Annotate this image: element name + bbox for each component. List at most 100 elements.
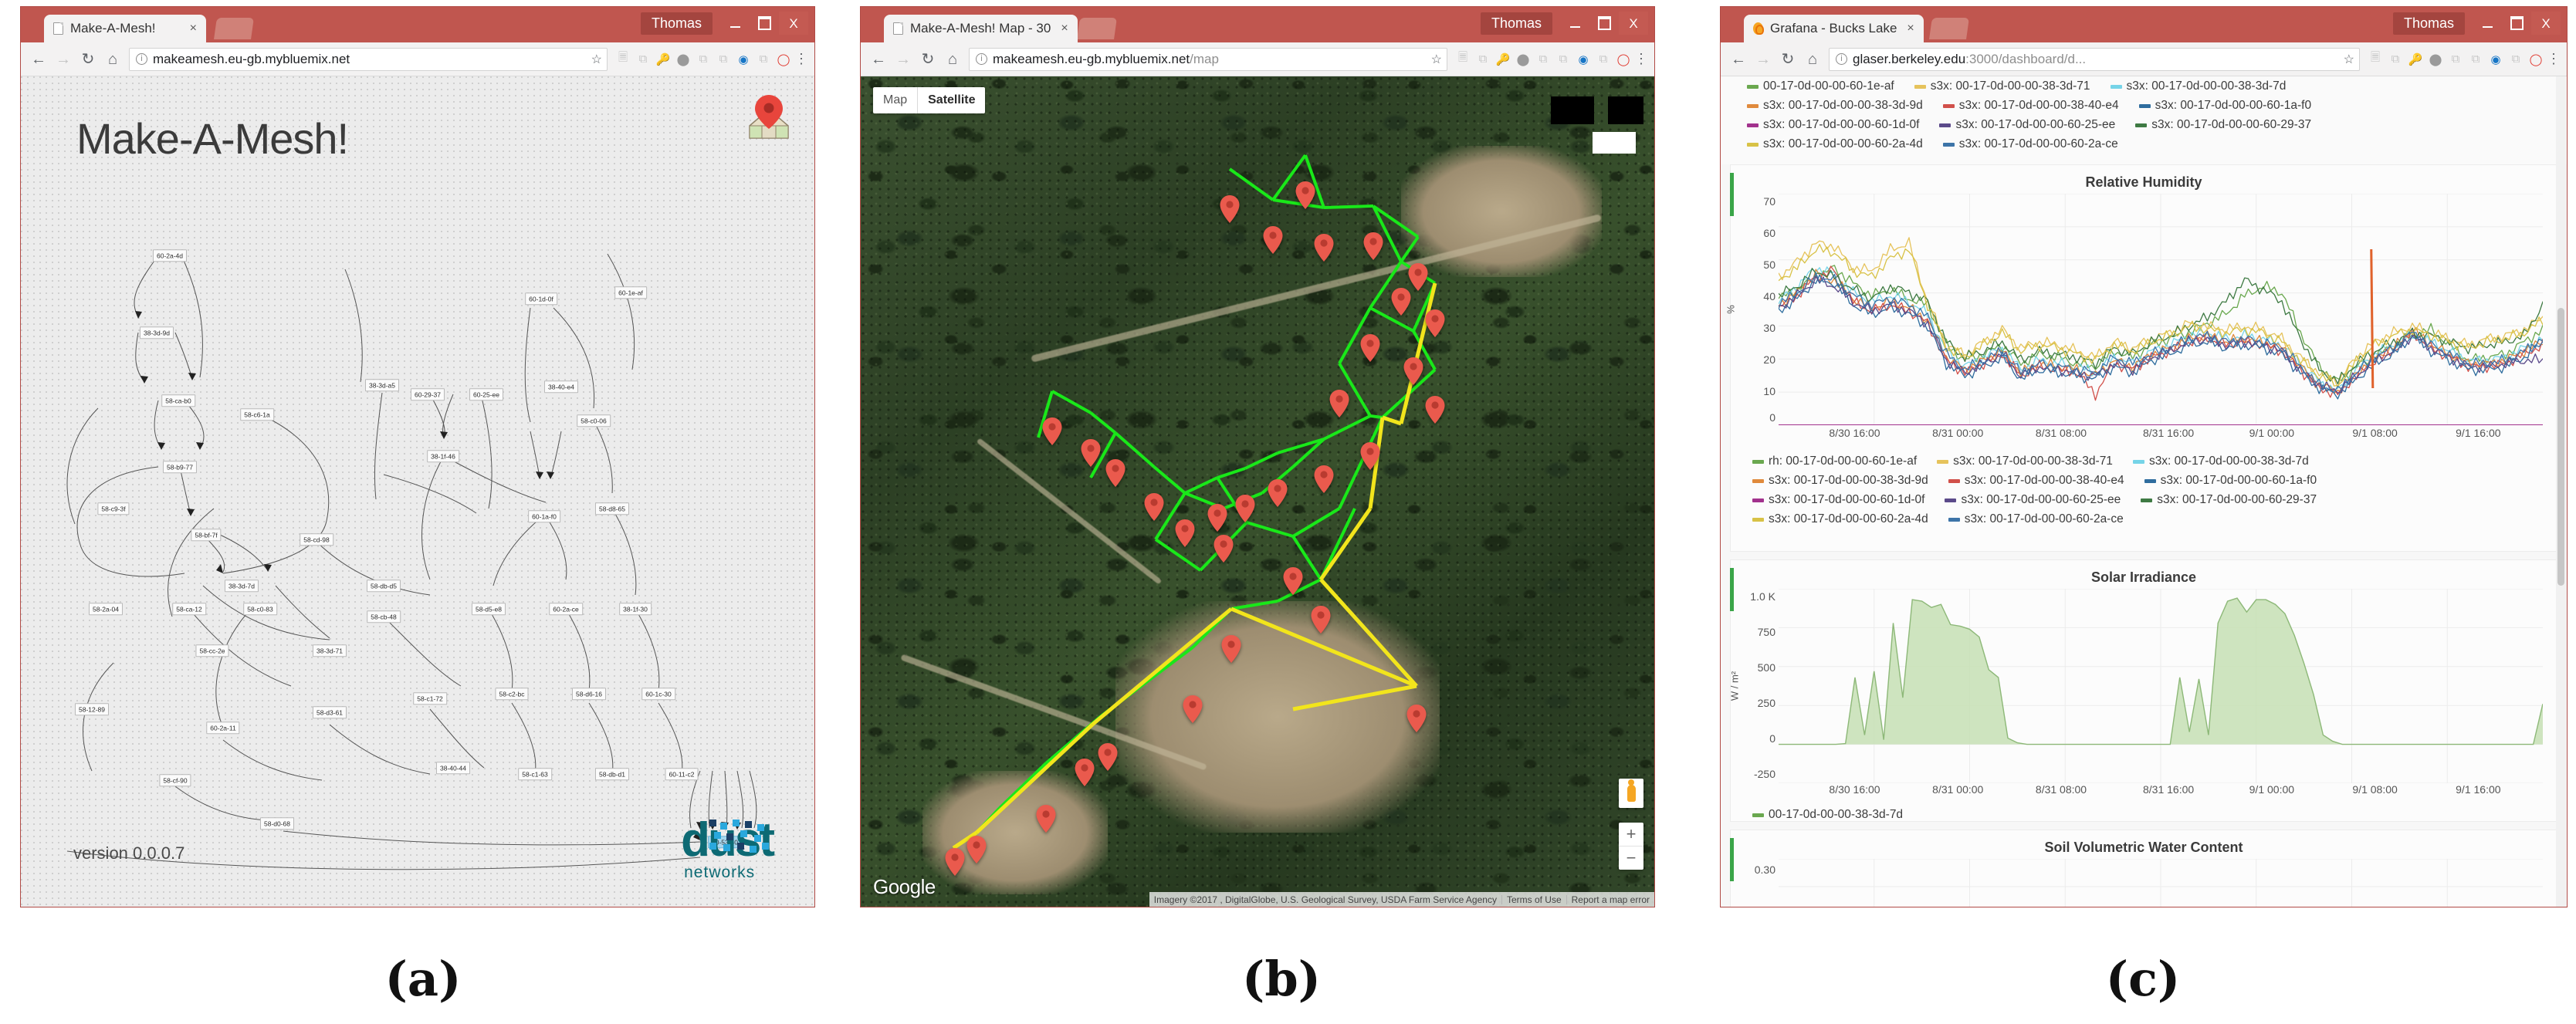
map-marker[interactable] (1360, 334, 1380, 362)
opera-ring-extension-icon[interactable]: ◉ (2486, 50, 2505, 69)
map-marker[interactable] (1175, 519, 1195, 547)
feather2-extension-icon[interactable]: ⧉ (1554, 50, 1572, 69)
map-marker[interactable] (1425, 396, 1445, 424)
map-marker[interactable] (1214, 535, 1234, 563)
tab-make-a-mesh-map[interactable]: Make-A-Mesh! Map - 30 × (884, 15, 1078, 42)
mesh-node[interactable]: 58-c1-63 (518, 768, 552, 780)
soil-water-plot[interactable]: 0.30 0.00 (1731, 859, 2557, 907)
legend-item[interactable]: s3x: 00-17-0d-00-00-60-2a-4d (1747, 137, 1923, 151)
feather2-extension-icon[interactable]: ⧉ (2466, 50, 2485, 69)
tab-close-icon[interactable]: × (187, 22, 200, 35)
mesh-node[interactable]: 38-1f-30 (619, 603, 652, 615)
map-marker[interactable] (1283, 567, 1303, 595)
mesh-node[interactable]: 60-11-c2 (665, 768, 699, 780)
legend-item[interactable]: s3x: 00-17-0d-00-00-60-1a-f0 (2144, 474, 2317, 488)
opera-extension-icon[interactable]: ◯ (1614, 50, 1633, 69)
forward-icon[interactable]: → (1752, 48, 1775, 71)
tab-close-icon[interactable]: × (1058, 22, 1071, 35)
mesh-node[interactable]: 58-12-89 (74, 703, 110, 715)
map-marker[interactable] (1406, 705, 1427, 732)
legend-item[interactable]: s3x: 00-17-0d-00-00-38-40-e4 (1942, 99, 2119, 113)
mesh-node[interactable]: 58-b9-77 (162, 461, 198, 473)
mesh-node[interactable]: 58-cb-48 (367, 610, 401, 623)
map-marker[interactable] (1036, 805, 1056, 833)
map-marker[interactable] (1075, 759, 1095, 786)
legend-item[interactable]: s3x: 00-17-0d-00-00-60-1a-f0 (2138, 99, 2311, 113)
legend-item[interactable]: s3x: 00-17-0d-00-00-38-40-e4 (1948, 474, 2124, 488)
back-icon[interactable]: ← (1727, 48, 1750, 71)
drop-extension-icon[interactable]: ⧉ (1534, 50, 1552, 69)
feather3-extension-icon[interactable]: ⧉ (754, 50, 773, 69)
address-bar[interactable]: i makeamesh.eu-gb.mybluemix.net ☆ (129, 47, 608, 71)
pdf-extension-icon[interactable]: 🗏 (1454, 50, 1472, 69)
feather3-extension-icon[interactable]: ⧉ (1594, 50, 1613, 69)
reload-icon[interactable]: ↻ (1776, 48, 1799, 71)
tab-grafana[interactable]: Grafana - Bucks Lake × (1744, 15, 1924, 42)
address-bar[interactable]: i makeamesh.eu-gb.mybluemix.net/map ☆ (969, 47, 1447, 71)
terms-of-use-link[interactable]: Terms of Use (1502, 894, 1566, 905)
scrollbar-thumb[interactable] (2557, 308, 2564, 586)
mesh-node[interactable]: 58-cf-90 (159, 774, 191, 786)
feather3-extension-icon[interactable]: ⧉ (2507, 50, 2525, 69)
mesh-node[interactable]: 60-1e-af (614, 286, 647, 299)
page-scrollbar[interactable] (2556, 76, 2566, 907)
new-tab-ghost[interactable] (1077, 18, 1117, 39)
map-marker[interactable] (1220, 195, 1240, 223)
legend-item[interactable]: s3x: 00-17-0d-00-00-38-3d-7d (2110, 79, 2286, 93)
chrome-menu-icon[interactable]: ⋮ (2547, 52, 2561, 66)
map-link-icon[interactable] (745, 93, 793, 144)
report-map-error-link[interactable]: Report a map error (1567, 894, 1654, 905)
chrome-menu-icon[interactable]: ⋮ (794, 52, 808, 66)
bookmark-star-icon[interactable]: ☆ (1431, 52, 1442, 67)
chrome-menu-icon[interactable]: ⋮ (1634, 52, 1648, 66)
site-info-icon[interactable]: i (976, 53, 987, 65)
legend-item[interactable]: s3x: 00-17-0d-00-00-60-25-ee (1939, 118, 2115, 132)
legend-item[interactable]: s3x: 00-17-0d-00-00-60-29-37 (2135, 118, 2311, 132)
map-marker[interactable] (1391, 288, 1411, 316)
legend-item[interactable]: s3x: 00-17-0d-00-00-38-3d-9d (1747, 99, 1923, 113)
map-marker[interactable] (1314, 465, 1334, 493)
back-icon[interactable]: ← (27, 48, 50, 71)
legend-item[interactable]: s3x: 00-17-0d-00-00-60-29-37 (2141, 493, 2317, 507)
pocket-extension-icon[interactable]: ⬤ (1514, 50, 1532, 69)
map-marker[interactable] (1235, 495, 1255, 522)
site-info-icon[interactable]: i (1836, 53, 1847, 65)
map-marker[interactable] (1314, 234, 1334, 262)
mesh-node[interactable]: 60-1c-30 (641, 688, 675, 700)
mesh-node[interactable]: 38-3d-a5 (364, 379, 400, 391)
mesh-node[interactable]: 58-ca-b0 (161, 394, 195, 407)
map-marker[interactable] (1311, 606, 1331, 634)
legend-item[interactable]: s3x: 00-17-0d-00-00-38-3d-7d (2132, 455, 2309, 468)
mesh-node[interactable]: 38-3d-7d (224, 580, 259, 592)
zoom-controls[interactable]: + − (1619, 823, 1643, 870)
legend-item[interactable]: rh: 00-17-0d-00-00-60-1e-af (1752, 455, 1917, 468)
bookmark-star-icon[interactable]: ☆ (2344, 52, 2354, 67)
mesh-node[interactable]: 58-c0-83 (243, 603, 277, 615)
mesh-node[interactable]: 58-db-d5 (366, 580, 401, 592)
map-marker[interactable] (1042, 417, 1062, 445)
feather-extension-icon[interactable]: ⧉ (634, 50, 652, 69)
legend-item[interactable]: s3x: 00-17-0d-00-00-60-1d-0f (1752, 493, 1924, 507)
map-marker[interactable] (1105, 459, 1126, 487)
new-tab-ghost[interactable] (214, 18, 254, 39)
mesh-node[interactable]: 58-cd-98 (300, 533, 333, 546)
legend-item[interactable]: s3x: 00-17-0d-00-00-60-1d-0f (1747, 118, 1919, 132)
back-icon[interactable]: ← (867, 48, 890, 71)
legend-item[interactable]: 00-17-0d-00-00-60-1e-af (1747, 79, 1894, 93)
mesh-node[interactable]: 58-bf-7f (191, 529, 222, 541)
keypass-extension-icon[interactable]: 🔑 (654, 50, 672, 69)
map-marker[interactable] (1098, 743, 1118, 771)
legend-item[interactable]: s3x: 00-17-0d-00-00-60-2a-ce (1948, 512, 2124, 526)
mesh-node[interactable]: 58-2a-04 (88, 603, 124, 615)
legend-item[interactable]: s3x: 00-17-0d-00-00-60-2a-ce (1942, 137, 2118, 151)
mesh-node[interactable]: 60-1a-f0 (528, 510, 560, 522)
mesh-node[interactable]: 60-2a-ce (549, 603, 583, 615)
feather2-extension-icon[interactable]: ⧉ (714, 50, 733, 69)
mesh-node[interactable]: 60-1d-0f (525, 292, 557, 305)
tab-close-icon[interactable]: × (1904, 22, 1917, 35)
pdf-extension-icon[interactable]: 🗏 (614, 50, 632, 69)
forward-icon[interactable]: → (892, 48, 915, 71)
page-viewport-b[interactable]: Map Satellite + − Google Imagery ©2017 ,… (861, 76, 1654, 907)
home-icon[interactable]: ⌂ (941, 48, 964, 71)
mesh-node[interactable]: 58-d5-e8 (471, 603, 506, 615)
